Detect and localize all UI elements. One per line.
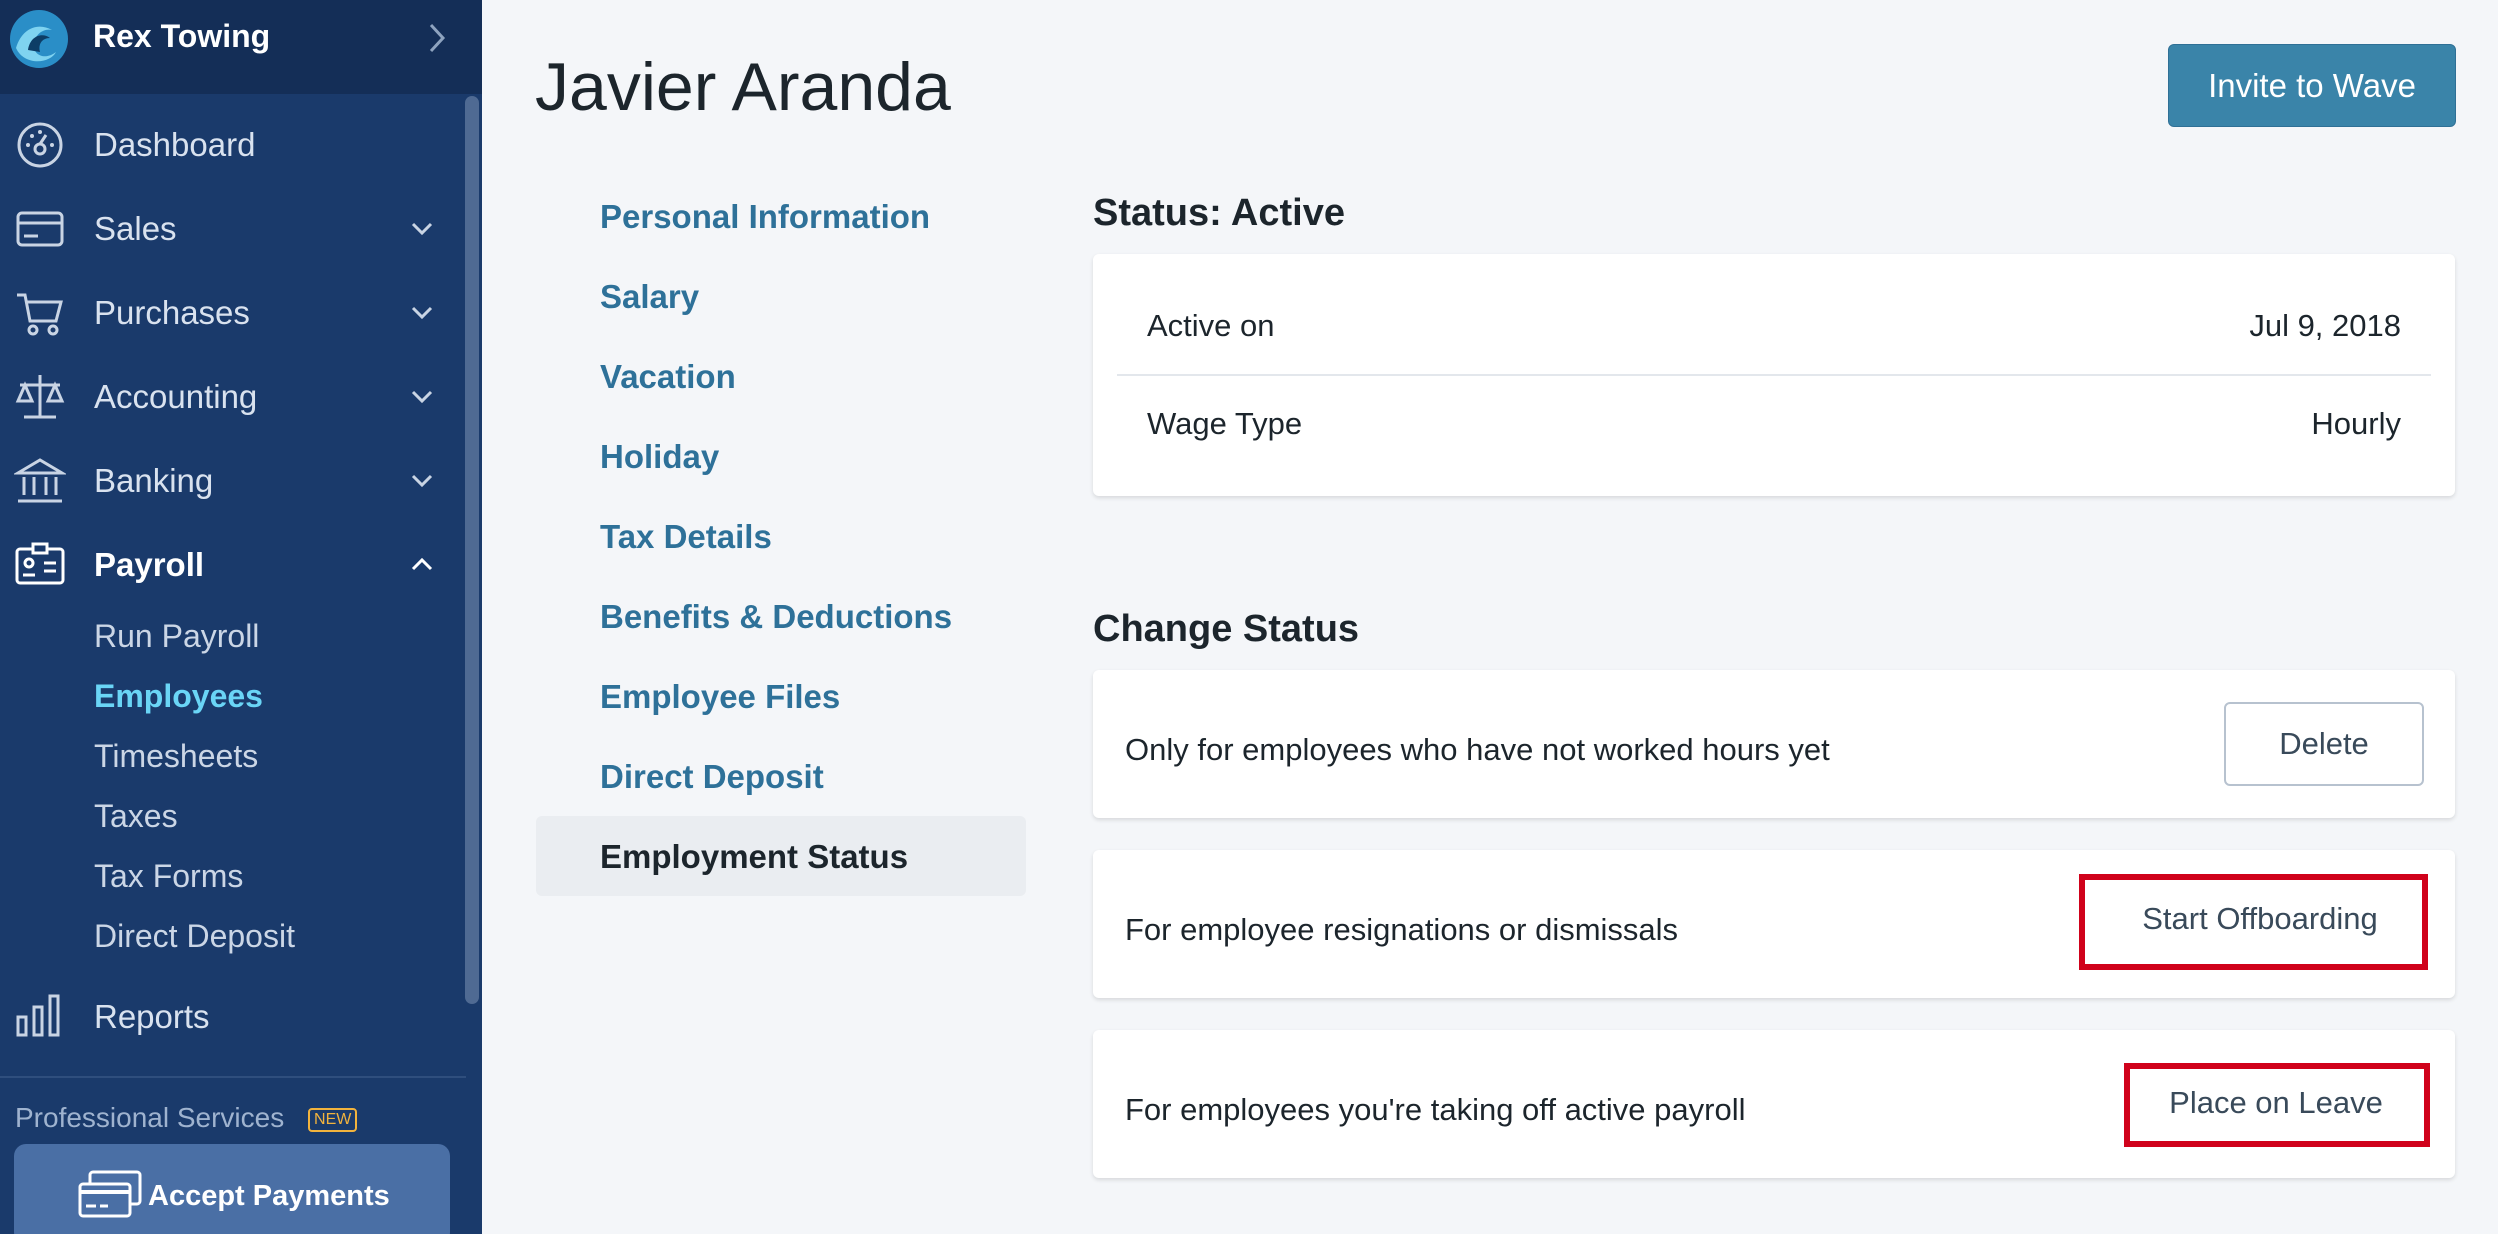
credit-cards-icon: [78, 1170, 142, 1218]
subnav-salary[interactable]: Salary: [600, 278, 699, 316]
sidebar-item-label: Banking: [94, 462, 214, 499]
chevron-right-icon: [429, 23, 446, 53]
active-on-value: Jul 9, 2018: [2249, 308, 2401, 343]
sidebar-item-dashboard[interactable]: Dashboard: [0, 110, 460, 180]
sidebar-item-payroll[interactable]: Payroll: [0, 530, 460, 600]
subnav-direct-deposit[interactable]: Direct Deposit: [600, 758, 824, 796]
subnav-benefits-deductions[interactable]: Benefits & Deductions: [600, 598, 952, 636]
sidebar-item-label: Payroll: [94, 546, 205, 583]
accept-payments-button[interactable]: Accept Payments: [14, 1144, 450, 1234]
highlight-box: [2079, 874, 2428, 970]
sidebar-subitem-direct-deposit[interactable]: Direct Deposit: [94, 918, 295, 955]
sidebar-item-label: Purchases: [94, 294, 250, 331]
chevron-up-icon: [411, 557, 433, 571]
sidebar-subitem-timesheets[interactable]: Timesheets: [94, 738, 258, 775]
chevron-down-icon: [411, 390, 433, 404]
delete-card: Only for employees who have not worked h…: [1093, 670, 2455, 818]
leave-description: For employees you're taking off active p…: [1125, 1092, 1746, 1127]
chevron-down-icon: [411, 222, 433, 236]
sidebar-item-label: Accounting: [94, 378, 258, 415]
subnav-tax-details[interactable]: Tax Details: [600, 518, 772, 556]
active-on-label: Active on: [1147, 308, 1275, 343]
status-title: Status: Active: [1093, 192, 1345, 234]
sidebar-item-label: Sales: [94, 210, 177, 247]
offboarding-description: For employee resignations or dismissals: [1125, 912, 1679, 947]
chevron-down-icon: [411, 306, 433, 320]
wage-type-label: Wage Type: [1147, 406, 1303, 441]
page-title: Javier Aranda: [535, 49, 951, 125]
sidebar-subitem-run-payroll[interactable]: Run Payroll: [94, 618, 259, 655]
change-status-title: Change Status: [1093, 608, 1360, 650]
subnav-vacation[interactable]: Vacation: [600, 358, 736, 396]
sidebar-scrollbar[interactable]: [465, 96, 479, 1004]
sidebar-item-sales[interactable]: Sales: [0, 194, 460, 264]
sidebar-item-banking[interactable]: Banking: [0, 446, 460, 516]
sidebar-subitem-taxes[interactable]: Taxes: [94, 798, 178, 835]
sidebar-item-label: Reports: [94, 998, 210, 1035]
bar-chart-icon: [16, 994, 60, 1037]
subnav-employment-status[interactable]: Employment Status: [600, 838, 908, 876]
business-name: Rex Towing: [93, 18, 271, 54]
invite-to-wave-button[interactable]: Invite to Wave: [2168, 44, 2456, 127]
sidebar-divider: [0, 1076, 466, 1078]
new-badge: NEW: [308, 1107, 358, 1132]
status-card: Active on Jul 9, 2018 Wage Type Hourly: [1093, 254, 2455, 496]
sidebar-item-accounting[interactable]: Accounting: [0, 362, 460, 432]
subnav-employee-files[interactable]: Employee Files: [600, 678, 840, 716]
highlight-box: [2124, 1063, 2430, 1147]
sidebar-item-professional-services[interactable]: Professional Services NEW: [15, 1102, 358, 1136]
id-badge-icon: [15, 542, 65, 585]
sidebar-item-purchases[interactable]: Purchases: [0, 278, 460, 348]
sidebar-item-reports[interactable]: Reports: [0, 982, 460, 1052]
offboarding-card: For employee resignations or dismissals …: [1093, 850, 2455, 998]
cart-icon: [17, 293, 63, 336]
delete-description: Only for employees who have not worked h…: [1125, 732, 1830, 767]
chevron-down-icon: [411, 474, 433, 488]
subnav-holiday[interactable]: Holiday: [600, 438, 719, 476]
row-divider: [1117, 374, 2431, 376]
sidebar-item-label: Professional Services: [15, 1102, 285, 1133]
leave-card: For employees you're taking off active p…: [1093, 1030, 2455, 1178]
wage-type-value: Hourly: [2311, 406, 2401, 441]
scale-icon: [15, 375, 65, 419]
accept-payments-label: Accept Payments: [148, 1180, 390, 1212]
sidebar-subitem-tax-forms[interactable]: Tax Forms: [94, 858, 243, 895]
delete-button[interactable]: Delete: [2224, 702, 2424, 786]
sidebar: Rex Towing Dashboard Sales Purchases Acc…: [0, 0, 482, 1234]
subnav-personal-information[interactable]: Personal Information: [600, 198, 930, 236]
sidebar-subitem-employees[interactable]: Employees: [94, 678, 263, 715]
sidebar-item-label: Dashboard: [94, 126, 256, 163]
wave-logo-icon: [10, 10, 68, 68]
business-switcher[interactable]: Rex Towing: [0, 0, 482, 94]
card-icon: [16, 211, 64, 247]
dashboard-icon: [17, 122, 63, 168]
bank-icon: [14, 458, 66, 503]
